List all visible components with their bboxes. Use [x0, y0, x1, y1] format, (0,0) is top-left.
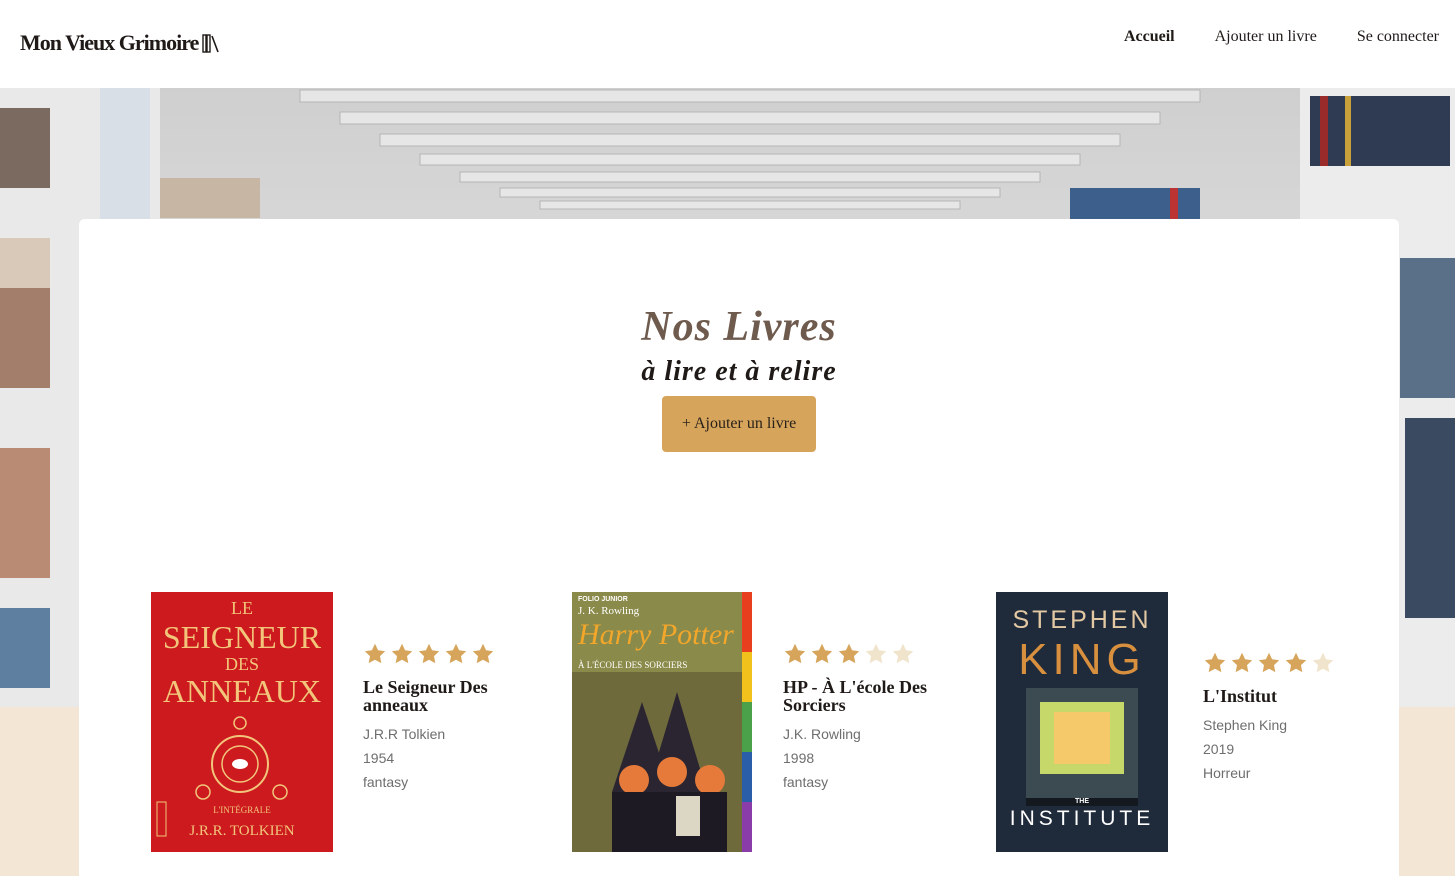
star-filled-icon — [418, 643, 440, 664]
nav-accueil[interactable]: Accueil — [1124, 28, 1175, 46]
star-empty-icon — [1312, 652, 1334, 673]
book-genre: fantasy — [783, 774, 829, 790]
book-info: HP - À L'école Des Sorciers J.K. Rowling… — [783, 642, 933, 794]
book-author: J.R.R Tolkien — [363, 726, 446, 742]
star-filled-icon — [472, 643, 494, 664]
svg-text:KING: KING — [1018, 635, 1146, 684]
book-title: HP - À L'école Des Sorciers — [783, 677, 927, 715]
star-filled-icon — [811, 643, 833, 664]
book-genre: Horreur — [1203, 765, 1251, 781]
book-author: Stephen King — [1203, 717, 1288, 733]
book-card[interactable]: LE SEIGNEUR DES ANNEAUX L'INTÉGRALE J.R.… — [151, 592, 511, 862]
svg-text:STEPHEN: STEPHEN — [1012, 606, 1151, 634]
svg-text:Harry Potter: Harry Potter — [577, 618, 734, 651]
book-card[interactable]: STEPHEN KING THE INSTITUTE L'Institut St… — [996, 592, 1356, 862]
book-card[interactable]: FOLIO JUNIOR J. K. Rowling Harry Potter … — [572, 592, 932, 862]
book-info: Le Seigneur Des anneaux J.R.R Tolkien 19… — [363, 642, 513, 794]
svg-text:INSTITUTE: INSTITUTE — [1010, 807, 1155, 830]
svg-text:THE: THE — [1075, 798, 1089, 805]
nav-se-connecter[interactable]: Se connecter — [1357, 28, 1439, 46]
svg-text:L'INTÉGRALE: L'INTÉGRALE — [213, 805, 271, 815]
star-filled-icon — [784, 643, 806, 664]
rating-stars — [1203, 651, 1353, 675]
book-title: Le Seigneur Des anneaux — [363, 677, 488, 715]
logo-text: Mon Vieux Grimoire — [20, 30, 199, 55]
rating-stars — [363, 642, 513, 666]
svg-text:FOLIO JUNIOR: FOLIO JUNIOR — [578, 596, 628, 603]
star-filled-icon — [1258, 652, 1280, 673]
svg-text:À L'ÉCOLE DES SORCIERS: À L'ÉCOLE DES SORCIERS — [578, 660, 687, 670]
page-title: Nos Livres — [641, 304, 837, 350]
page-subtitle: à lire et à relire — [641, 356, 837, 387]
nav-ajouter-livre[interactable]: Ajouter un livre — [1215, 28, 1317, 46]
main-nav: Accueil Ajouter un livre Se connecter — [1124, 28, 1439, 46]
books-icon — [202, 34, 220, 53]
book-cover[interactable]: LE SEIGNEUR DES ANNEAUX L'INTÉGRALE J.R.… — [151, 592, 333, 852]
svg-text:DES: DES — [225, 654, 259, 674]
svg-text:SEIGNEUR: SEIGNEUR — [163, 619, 322, 655]
add-book-button[interactable]: + Ajouter un livre — [662, 396, 816, 452]
svg-text:J.R.R. TOLKIEN: J.R.R. TOLKIEN — [189, 823, 294, 839]
star-filled-icon — [838, 643, 860, 664]
site-header: Mon Vieux Grimoire Accueil Ajouter un li… — [0, 0, 1455, 88]
star-filled-icon — [1285, 652, 1307, 673]
star-filled-icon — [391, 643, 413, 664]
book-cover[interactable]: STEPHEN KING THE INSTITUTE — [996, 592, 1168, 852]
rating-stars — [783, 642, 933, 666]
book-cover[interactable]: FOLIO JUNIOR J. K. Rowling Harry Potter … — [572, 592, 752, 852]
star-empty-icon — [892, 643, 914, 664]
star-empty-icon — [865, 643, 887, 664]
books-card: Nos Livres à lire et à relire + Ajouter … — [79, 219, 1399, 876]
book-year: 1998 — [783, 750, 815, 766]
star-filled-icon — [1204, 652, 1226, 673]
svg-text:ANNEAUX: ANNEAUX — [163, 673, 321, 709]
star-filled-icon — [1231, 652, 1253, 673]
svg-text:LE: LE — [231, 598, 253, 618]
book-genre: fantasy — [363, 774, 409, 790]
svg-text:J. K. Rowling: J. K. Rowling — [578, 605, 640, 617]
book-year: 2019 — [1203, 741, 1235, 757]
star-filled-icon — [445, 643, 467, 664]
book-title: L'Institut — [1203, 686, 1278, 706]
site-logo[interactable]: Mon Vieux Grimoire — [20, 30, 220, 56]
star-filled-icon — [364, 643, 386, 664]
book-author: J.K. Rowling — [783, 726, 861, 742]
book-info: L'Institut Stephen King 2019 Horreur — [1203, 651, 1353, 785]
book-year: 1954 — [363, 750, 395, 766]
